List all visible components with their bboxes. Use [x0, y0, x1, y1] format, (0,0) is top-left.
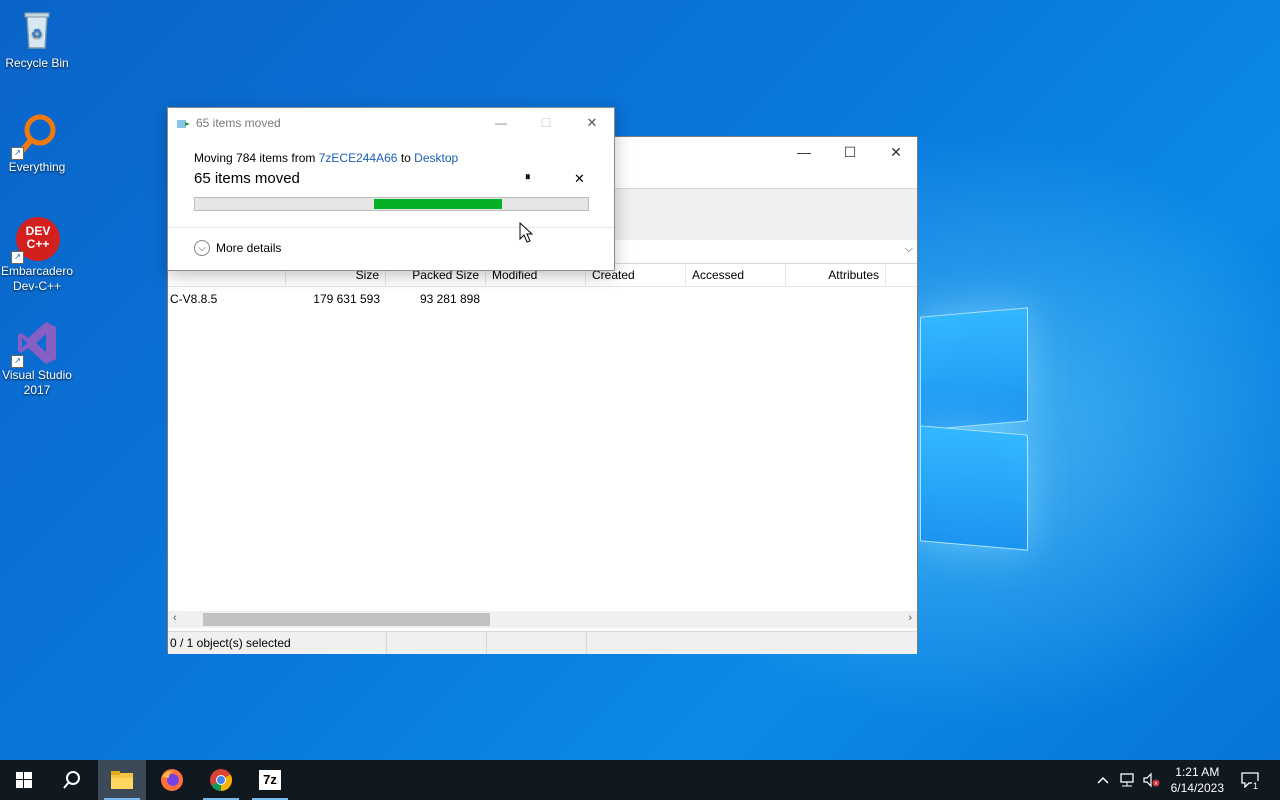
dialog-separator [168, 227, 614, 228]
destination-link[interactable]: Desktop [414, 151, 458, 165]
cell-size: 179 631 593 [313, 292, 380, 306]
7zip-icon: 7z [259, 770, 281, 790]
close-button[interactable]: ✕ [569, 108, 615, 138]
desktop-icon-label: Everything [8, 160, 66, 174]
clock-time: 1:21 AM [1175, 765, 1220, 779]
firefox-icon [161, 769, 183, 791]
chevron-down-icon: ⌵ [194, 240, 210, 256]
action-center-button[interactable]: 1 [1236, 760, 1264, 800]
minimize-button[interactable]: — [478, 108, 524, 138]
minimize-button[interactable]: — [781, 137, 827, 167]
source-link[interactable]: 7zECE244A66 [319, 151, 398, 165]
move-description: Moving 784 items from 7zECE244A66 to Des… [194, 151, 458, 165]
shortcut-arrow-icon: ↗ [11, 355, 24, 368]
desktop-icon-label: Embarcadero Dev-C++ [0, 264, 74, 293]
start-button[interactable] [0, 760, 48, 800]
more-details-label: More details [216, 241, 282, 255]
devcpp-logo-text: DEV C++ [25, 224, 51, 251]
chevron-up-icon [1097, 776, 1109, 784]
desktop-icon-recycle-bin[interactable]: ♻ Recycle Bin [0, 8, 74, 71]
cancel-button[interactable]: ✕ [574, 171, 585, 187]
notification-count: 1 [1252, 781, 1260, 791]
pause-button[interactable]: ⏸ [525, 171, 531, 184]
desktop-icon-everything[interactable]: ↗ Everything [0, 112, 74, 175]
desktop-icon-devcpp[interactable]: DEV C++ ↗ Embarcadero Dev-C++ [0, 216, 74, 294]
column-attributes[interactable]: Attributes [786, 264, 886, 286]
taskbar-7zip[interactable]: 7z [246, 760, 294, 800]
everything-magnifier-icon: ↗ [11, 112, 60, 160]
scroll-left-arrow[interactable]: ‹ [173, 612, 177, 624]
status-segment [387, 632, 487, 654]
progress-bar-fill [374, 199, 502, 209]
horizontal-scrollbar[interactable]: ‹ › [168, 611, 917, 628]
cell-name: C-V8.8.5 [170, 292, 218, 306]
column-accessed[interactable]: Accessed [686, 264, 786, 286]
taskbar-chrome[interactable] [197, 760, 245, 800]
search-icon [63, 771, 80, 789]
shortcut-arrow-icon: ↗ [11, 147, 24, 160]
close-button[interactable]: ✕ [873, 137, 919, 167]
recycle-bin-icon: ♻ [14, 8, 60, 54]
maximize-button: ☐ [540, 116, 552, 130]
wallpaper-logo-pane [920, 307, 1028, 431]
move-progress-dialog: 65 items moved — ☐ ✕ Moving 784 items fr… [167, 107, 615, 271]
desktop-icon-label: Recycle Bin [5, 56, 69, 70]
status-segment [487, 632, 587, 654]
wallpaper-logo-pane [920, 425, 1028, 551]
chrome-icon [210, 769, 232, 791]
progress-bar [194, 197, 589, 211]
chevron-down-icon[interactable]: ⌵ [905, 243, 913, 256]
devcpp-icon: DEV C++ ↗ [11, 216, 60, 264]
scrollbar-thumb[interactable] [203, 613, 490, 626]
network-icon[interactable] [1116, 760, 1138, 800]
progress-headline: 65 items moved [194, 170, 300, 187]
cell-packed-size: 93 281 898 [419, 292, 480, 306]
dialog-title: 65 items moved [196, 116, 281, 130]
desktop-icon-visual-studio[interactable]: ↗ Visual Studio 2017 [0, 320, 74, 398]
shortcut-arrow-icon: ↗ [11, 251, 24, 264]
volume-muted-icon[interactable]: × [1140, 760, 1162, 800]
folder-icon [111, 771, 133, 789]
move-to: to [400, 151, 411, 165]
move-folder-icon [177, 118, 191, 128]
scroll-right-arrow[interactable]: › [908, 612, 912, 624]
desktop-icon-label: Visual Studio 2017 [2, 368, 72, 397]
visual-studio-icon: ↗ [11, 320, 60, 368]
mouse-cursor-icon [519, 222, 533, 243]
clock-date: 6/14/2023 [1170, 781, 1224, 795]
table-row[interactable]: C-V8.8.5 179 631 593 93 281 898 [168, 290, 917, 308]
more-details-toggle[interactable]: ⌵ More details [194, 240, 281, 256]
taskbar: 7z × 1:21 AM 6/14/2023 1 [0, 760, 1280, 800]
svg-text:×: × [1154, 782, 1158, 788]
maximize-button[interactable]: ☐ [827, 137, 873, 167]
svg-text:♻: ♻ [31, 26, 43, 41]
status-bar: 0 / 1 object(s) selected [168, 631, 917, 654]
move-prefix: Moving 784 items from [194, 151, 316, 165]
windows-logo-icon [16, 772, 32, 788]
taskbar-file-explorer[interactable] [98, 760, 146, 800]
show-hidden-icons-chevron[interactable] [1094, 760, 1112, 800]
status-selection: 0 / 1 object(s) selected [168, 632, 387, 654]
taskbar-firefox[interactable] [148, 760, 196, 800]
taskbar-clock[interactable]: 1:21 AM 6/14/2023 [1171, 764, 1224, 796]
search-button[interactable] [48, 760, 96, 800]
